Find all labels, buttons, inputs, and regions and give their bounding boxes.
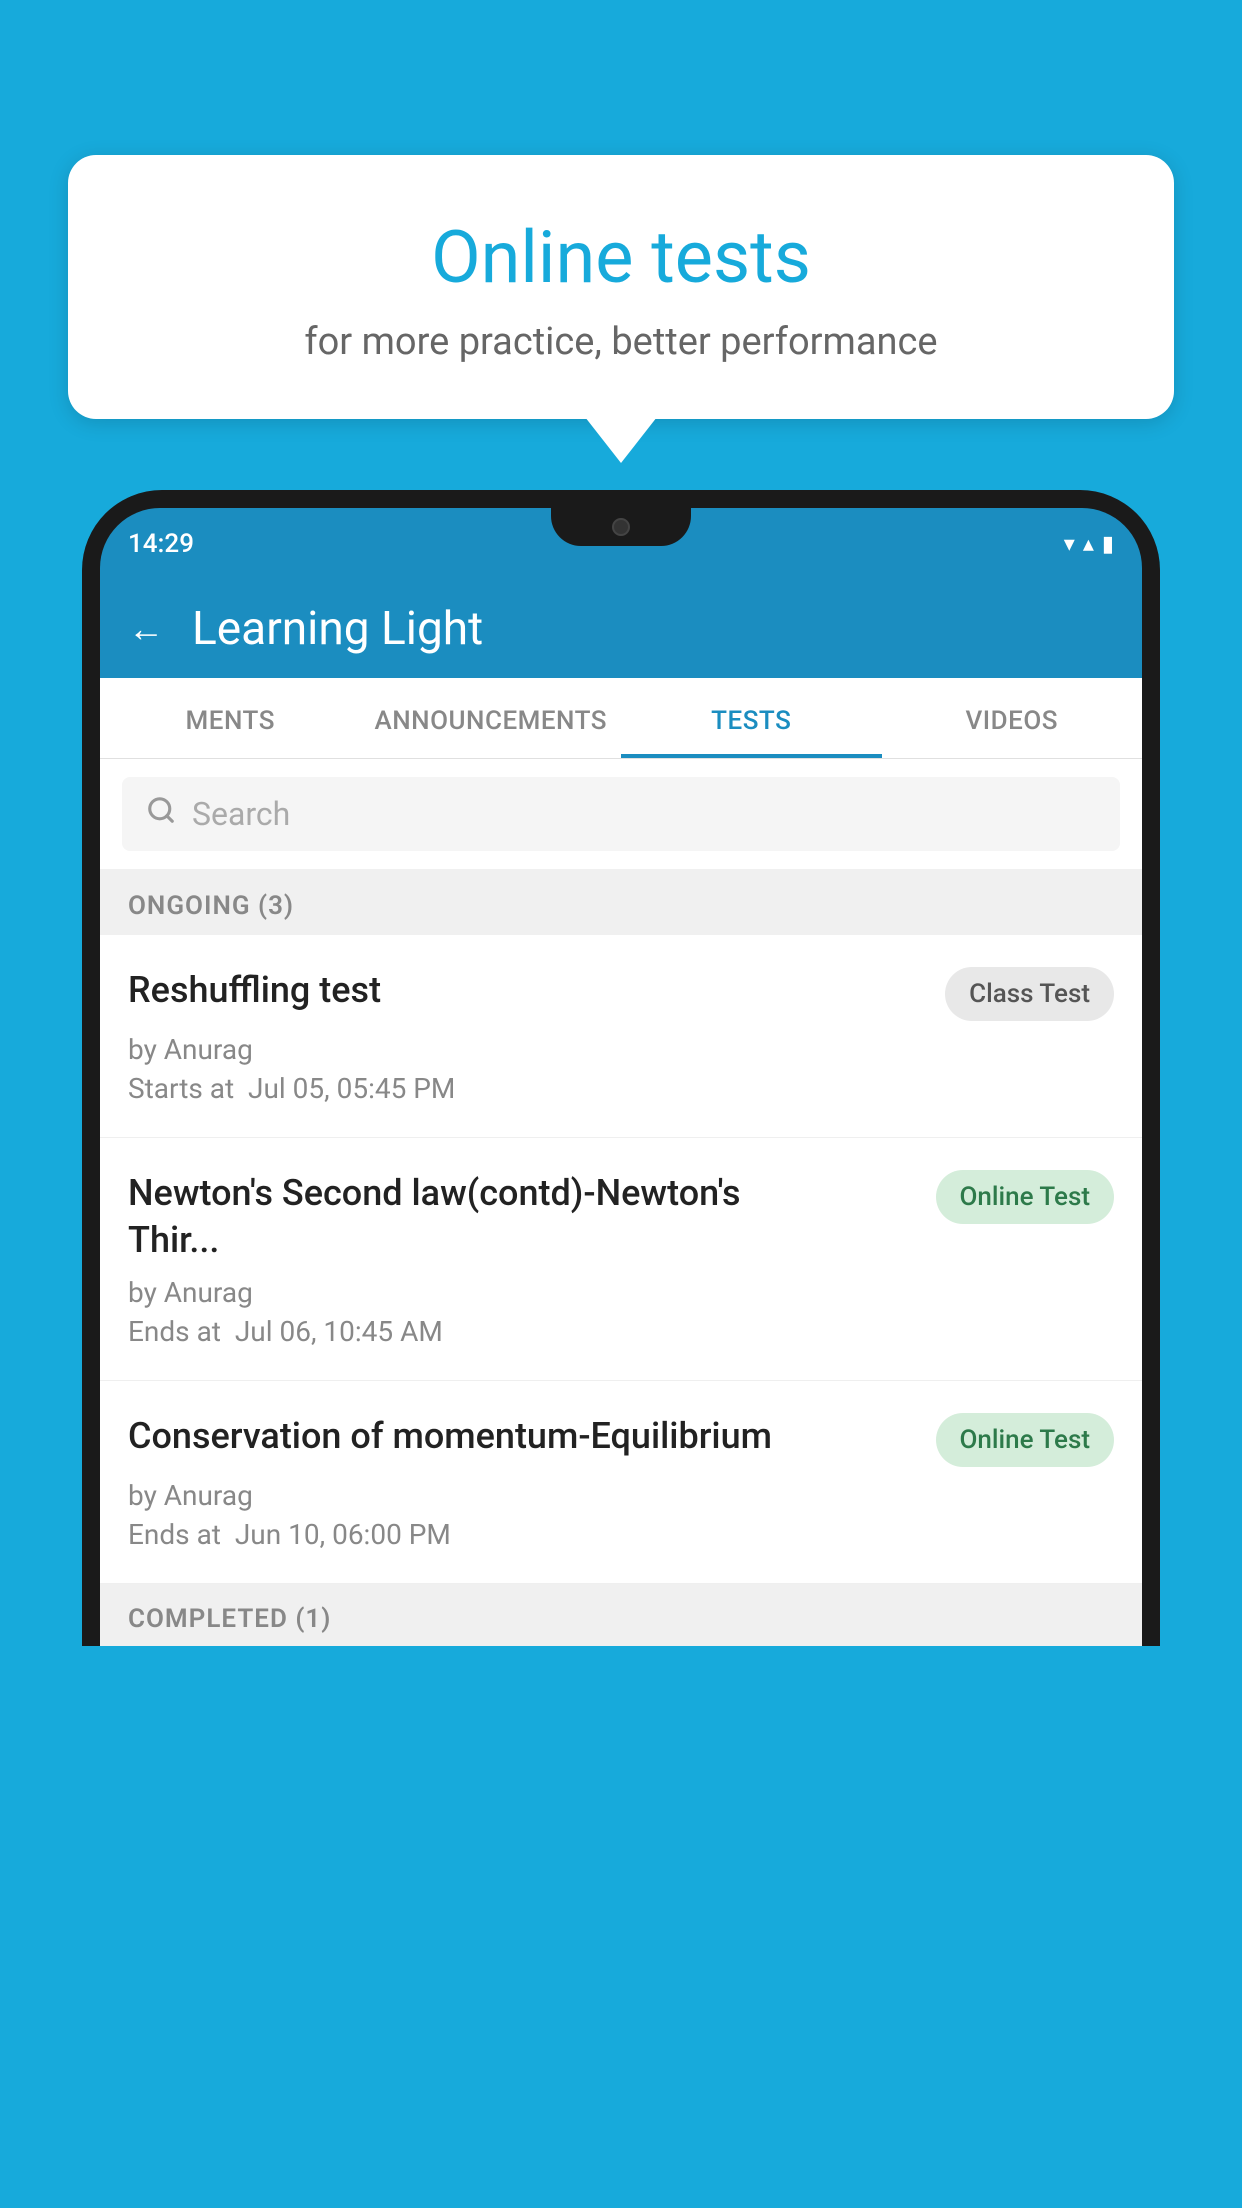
- bubble-subtitle: for more practice, better performance: [118, 320, 1124, 364]
- test-by-reshuffling: by Anurag: [128, 1033, 1114, 1066]
- test-name-reshuffling: Reshuffling test: [128, 967, 381, 1014]
- tab-announcements[interactable]: ANNOUNCEMENTS: [361, 678, 622, 758]
- tabs-bar: MENTS ANNOUNCEMENTS TESTS VIDEOS: [100, 678, 1142, 759]
- search-placeholder: Search: [192, 795, 290, 833]
- phone-wrapper: 14:29 ▾ ▴ ▮ ← Learning Light MENTS ANNOU…: [82, 490, 1160, 2208]
- phone-notch: [551, 508, 691, 546]
- phone-outer: 14:29 ▾ ▴ ▮ ← Learning Light MENTS ANNOU…: [82, 490, 1160, 1646]
- status-time: 14:29: [128, 529, 194, 559]
- search-bar: Search: [100, 759, 1142, 869]
- tab-videos[interactable]: VIDEOS: [882, 678, 1143, 758]
- test-time-conservation: Ends at Jun 10, 06:00 PM: [128, 1518, 1114, 1551]
- status-bar: 14:29 ▾ ▴ ▮: [100, 508, 1142, 580]
- test-card-conservation[interactable]: Conservation of momentum-Equilibrium Onl…: [100, 1381, 1142, 1584]
- speech-bubble: Online tests for more practice, better p…: [68, 155, 1174, 419]
- completed-title: COMPLETED (1): [128, 1604, 331, 1634]
- app-header: ← Learning Light: [100, 580, 1142, 678]
- signal-icon: ▴: [1083, 532, 1094, 557]
- test-card-reshuffling[interactable]: Reshuffling test Class Test by Anurag St…: [100, 935, 1142, 1138]
- test-by-newtons: by Anurag: [128, 1276, 1114, 1309]
- completed-section-header: COMPLETED (1): [100, 1584, 1142, 1646]
- test-time-newtons: Ends at Jul 06, 10:45 AM: [128, 1315, 1114, 1348]
- test-name-newtons: Newton's Second law(contd)-Newton's Thir…: [128, 1170, 798, 1264]
- battery-icon: ▮: [1102, 532, 1114, 557]
- tab-tests[interactable]: TESTS: [621, 678, 882, 758]
- bubble-title: Online tests: [118, 215, 1124, 300]
- ongoing-title: ONGOING (3): [128, 891, 294, 921]
- test-by-conservation: by Anurag: [128, 1479, 1114, 1512]
- test-time-reshuffling: Starts at Jul 05, 05:45 PM: [128, 1072, 1114, 1105]
- camera-icon: [612, 518, 630, 536]
- test-badge-reshuffling: Class Test: [945, 967, 1114, 1021]
- test-card-newtons[interactable]: Newton's Second law(contd)-Newton's Thir…: [100, 1138, 1142, 1381]
- app-title: Learning Light: [192, 602, 483, 656]
- test-name-conservation: Conservation of momentum-Equilibrium: [128, 1413, 772, 1460]
- search-icon: [146, 795, 176, 833]
- ongoing-section-header: ONGOING (3): [100, 869, 1142, 935]
- status-icons: ▾ ▴ ▮: [1064, 532, 1114, 557]
- search-input-wrap[interactable]: Search: [122, 777, 1120, 851]
- test-badge-conservation: Online Test: [936, 1413, 1115, 1467]
- test-badge-newtons: Online Test: [936, 1170, 1115, 1224]
- wifi-icon: ▾: [1064, 532, 1075, 557]
- phone-screen: Search ONGOING (3) Reshuffling test Clas…: [100, 759, 1142, 1646]
- tab-ments[interactable]: MENTS: [100, 678, 361, 758]
- back-button[interactable]: ←: [128, 608, 164, 650]
